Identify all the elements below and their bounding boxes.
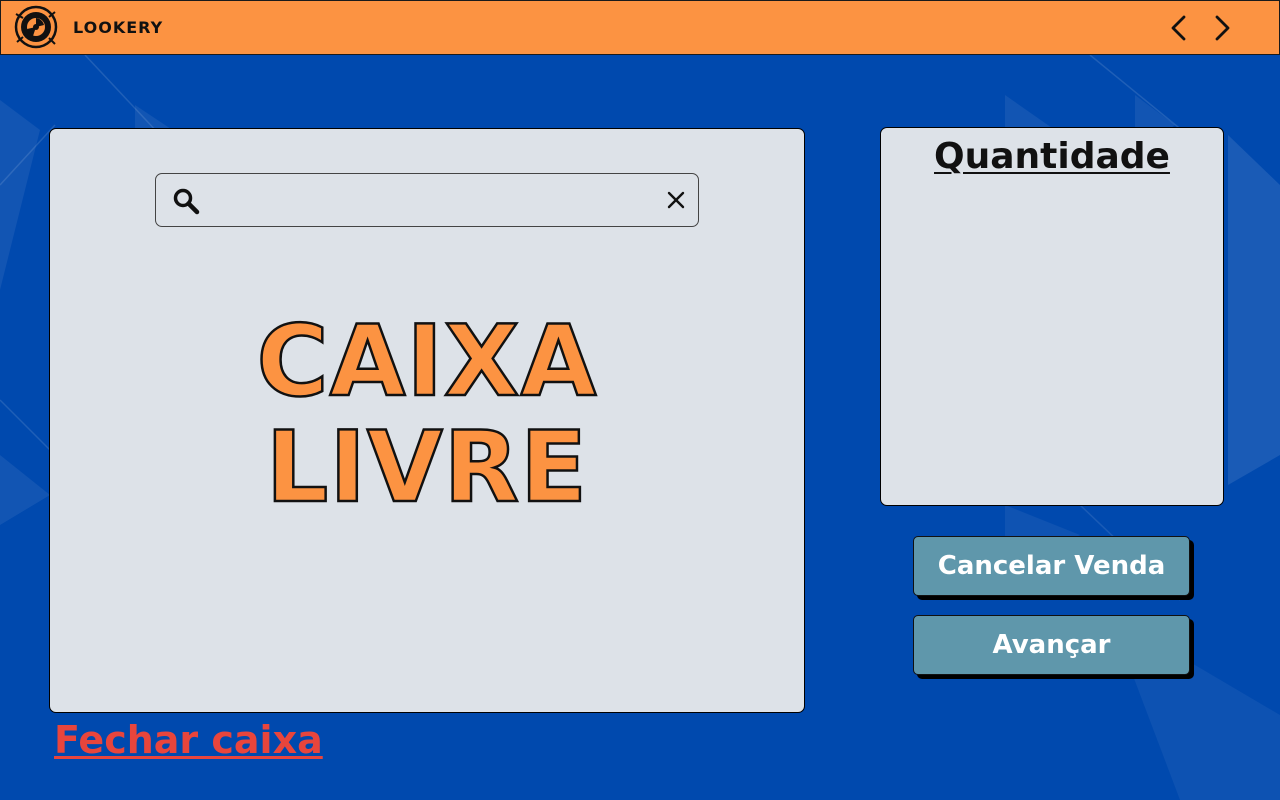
quantity-title: Quantidade	[934, 136, 1170, 177]
logo-icon	[14, 5, 58, 49]
search-icon	[173, 188, 200, 215]
status-line-2: LIVRE	[265, 411, 589, 525]
brand-name: LOOKERY	[73, 18, 164, 37]
top-bar: LOOKERY	[0, 0, 1280, 55]
close-register-link[interactable]: Fechar caixa	[54, 718, 323, 762]
chevron-left-icon[interactable]	[1165, 13, 1193, 43]
quantity-panel: Quantidade	[880, 127, 1224, 506]
cancel-sale-button[interactable]: Cancelar Venda	[913, 536, 1190, 596]
main-panel: CAIXA LIVRE	[49, 128, 805, 713]
advance-button[interactable]: Avançar	[913, 615, 1190, 675]
search-bar[interactable]	[155, 173, 699, 227]
register-status: CAIXA LIVRE	[50, 305, 804, 525]
close-icon[interactable]	[666, 190, 686, 210]
chevron-right-icon[interactable]	[1208, 13, 1236, 43]
search-input[interactable]	[212, 182, 656, 218]
status-line-1: CAIXA	[255, 305, 598, 419]
